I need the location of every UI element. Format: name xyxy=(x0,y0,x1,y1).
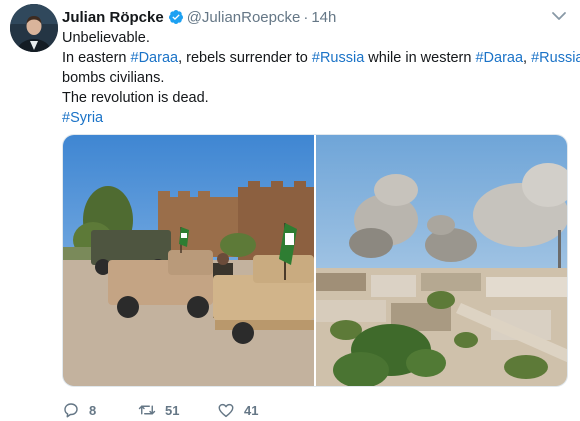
reply-count: 8 xyxy=(89,402,97,418)
tweet-line: In eastern #Daraa, rebels surrender to #… xyxy=(62,48,580,68)
reply-icon xyxy=(64,403,78,418)
separator-dot: · xyxy=(303,8,309,26)
verified-badge-icon xyxy=(168,10,183,24)
text-segment: while in western xyxy=(364,50,476,66)
hashtag-link[interactable]: #Russia xyxy=(312,50,364,66)
photo-rebels-trucks[interactable] xyxy=(63,135,314,386)
text-segment: , rebels surrender to xyxy=(178,50,312,66)
hashtag-link[interactable]: #Russia xyxy=(531,50,580,66)
retweet-icon xyxy=(138,405,156,415)
chevron-down-icon[interactable] xyxy=(551,10,567,22)
reply-button[interactable]: 8 xyxy=(62,401,126,419)
tweet-text: Unbelievable. In eastern #Daraa, rebels … xyxy=(62,28,580,128)
like-count: 41 xyxy=(244,402,259,418)
tweet-header: Julian Röpcke @JulianRoepcke · 14h xyxy=(62,7,336,27)
retweet-count: 51 xyxy=(165,402,180,418)
retweet-button[interactable]: 51 xyxy=(126,401,213,419)
hashtag-link[interactable]: #Daraa xyxy=(475,50,523,66)
like-icon xyxy=(218,403,234,418)
display-name[interactable]: Julian Röpcke xyxy=(62,9,164,26)
text-segment: , xyxy=(523,50,532,66)
tweet[interactable]: Julian Röpcke @JulianRoepcke · 14h Unbel… xyxy=(0,0,580,421)
hashtag-link[interactable]: #Daraa xyxy=(131,50,179,66)
tweet-line: bombs civilians. xyxy=(62,70,165,86)
tweet-line: Unbelievable. xyxy=(62,30,150,46)
text-segment: In eastern xyxy=(62,50,131,66)
photo-airstrike-smoke[interactable] xyxy=(316,135,567,386)
like-button[interactable]: 41 xyxy=(213,401,258,419)
avatar[interactable] xyxy=(10,4,58,52)
hashtag-link[interactable]: #Syria xyxy=(62,110,103,126)
handle[interactable]: @JulianRoepcke xyxy=(187,9,301,26)
media-grid xyxy=(62,134,568,387)
tweet-line: #Syria xyxy=(62,108,562,128)
tweet-actions: 8 51 41 xyxy=(62,400,258,420)
timestamp[interactable]: 14h xyxy=(311,9,336,26)
tweet-line: The revolution is dead. xyxy=(62,90,209,106)
